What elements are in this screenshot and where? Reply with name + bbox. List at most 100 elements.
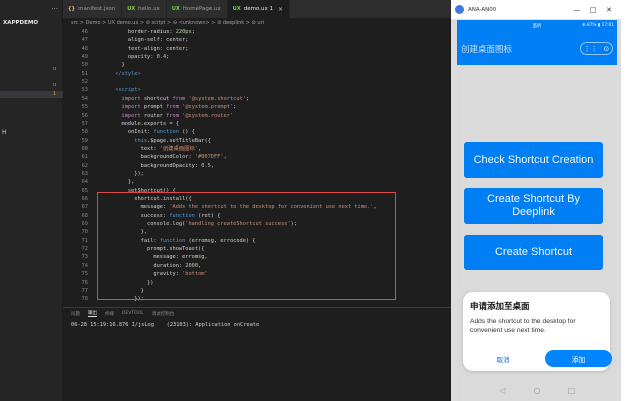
code-line: 59 this.$page.setTitleBar({ bbox=[63, 137, 451, 145]
code-text: prompt.showToast({ bbox=[96, 246, 205, 253]
code-line: 75 gravity: 'bottom' bbox=[63, 270, 451, 278]
breadcrumb[interactable]: src > Demo > UX demo.ux > ⊘ script > ⊖ <… bbox=[63, 18, 451, 28]
tab-label: manifest.json bbox=[78, 6, 116, 12]
project-name[interactable]: XAPPDEMO bbox=[0, 18, 62, 29]
json-file-icon: {} bbox=[68, 6, 76, 12]
code-editor[interactable]: 46 border-radius: 220px; 47 align-self: c… bbox=[63, 28, 451, 307]
tab-label: demo.ux 1 bbox=[243, 6, 273, 12]
code-text: console.log('handling createShortcut suc… bbox=[96, 221, 297, 228]
phone-screen: 监听 ⊕ 87% ▮ 17:01 创建桌面图标 ⋮⋮ ⊙ Check Short… bbox=[457, 20, 617, 401]
tab-close-icon[interactable]: × bbox=[278, 6, 283, 13]
dialog-title: 申请添加至桌面 bbox=[470, 301, 530, 311]
code-line: 77 } bbox=[63, 287, 451, 295]
minimize-icon[interactable]: — bbox=[569, 6, 585, 14]
line-number: 67 bbox=[81, 204, 88, 211]
line-number: 60 bbox=[81, 145, 88, 152]
panel-tab[interactable]: 终端 bbox=[105, 311, 114, 317]
code-line: 49 opacity: 0.4; bbox=[63, 53, 451, 61]
editor-tab[interactable]: UX hello.ux bbox=[122, 0, 167, 18]
output-panel: 问题 输出 终端 DEVTOOL 调试控制台 06-28 15:19:16.876 I/… bbox=[63, 307, 451, 401]
code-text: import shortcut from '@system.shortcut'; bbox=[121, 95, 250, 102]
code-line: 62 backgroundOpacity: 0.5, bbox=[63, 162, 451, 170]
code-text: module.exports = { bbox=[96, 120, 179, 127]
line-number: 78 bbox=[81, 296, 88, 303]
more-icon[interactable]: ··· bbox=[51, 5, 58, 13]
line-number: 52 bbox=[81, 79, 88, 86]
line-number: 47 bbox=[81, 37, 88, 44]
tab-label: hello.ux bbox=[138, 6, 160, 12]
code-text: } bbox=[96, 62, 125, 69]
code-text: gravity: 'bottom' bbox=[96, 271, 208, 278]
code-text: align-self: center; bbox=[96, 37, 189, 44]
code-line: 48 text-align: center; bbox=[63, 45, 451, 53]
add-button[interactable]: 添加 bbox=[545, 350, 612, 367]
line-number: 49 bbox=[81, 54, 88, 61]
code-text: import prompt from '@system.prompt'; bbox=[121, 104, 237, 111]
panel-tab[interactable]: 问题 bbox=[71, 311, 80, 317]
tab-label: HomePage.ux bbox=[182, 6, 221, 12]
line-number: 70 bbox=[81, 229, 88, 236]
modified-marker: u bbox=[52, 66, 56, 72]
close-icon[interactable]: ✕ bbox=[601, 6, 617, 14]
line-number: 76 bbox=[81, 279, 88, 286]
code-line: 56 import router from '@system.router' bbox=[63, 112, 451, 120]
line-number: 64 bbox=[81, 179, 88, 186]
emulator-title: ANA-AN00 bbox=[468, 6, 497, 13]
code-line: 47 align-self: center; bbox=[63, 36, 451, 44]
code-text: <script> bbox=[115, 87, 141, 94]
panel-tab[interactable]: 输出 bbox=[88, 310, 97, 317]
code-line: 60 text: '创建桌面图标', bbox=[63, 145, 451, 153]
line-number: 57 bbox=[81, 120, 88, 127]
editor-tab[interactable]: {} manifest.json bbox=[63, 0, 123, 18]
tree-item-letter[interactable]: H bbox=[2, 129, 7, 136]
code-text: this.$page.setTitleBar({ bbox=[134, 137, 211, 144]
code-line: 72 prompt.showToast({ bbox=[63, 245, 451, 253]
code-line: 54 import shortcut from '@system.shortcu… bbox=[63, 95, 451, 103]
code-line: 61 backgroundColor: '#007DFF', bbox=[63, 153, 451, 161]
code-line: 74 duration: 2000, bbox=[63, 262, 451, 270]
editor-tab[interactable]: UX demo.ux 1 × bbox=[227, 0, 290, 18]
explorer-sidebar: ··· XAPPDEMO u u 1 H bbox=[0, 0, 63, 401]
ide-window: ··· XAPPDEMO u u 1 H {} manifest.json UX he… bbox=[0, 0, 451, 401]
ux-file-icon: UX bbox=[232, 6, 241, 12]
code-line: 67 message: 'Adds the shortcut to the de… bbox=[63, 203, 451, 211]
editor-tab[interactable]: UX HomePage.ux bbox=[167, 0, 228, 18]
maximize-icon[interactable]: □ bbox=[585, 6, 601, 14]
panel-tabs: 问题 输出 终端 DEVTOOL 调试控制台 bbox=[63, 308, 451, 319]
code-text: } bbox=[96, 287, 144, 294]
line-number: 56 bbox=[81, 112, 88, 119]
code-text: }); bbox=[96, 296, 144, 303]
code-line: 53 <script> bbox=[63, 86, 451, 94]
code-text: border-radius: 220px; bbox=[96, 29, 195, 35]
code-line: 51 </style> bbox=[63, 70, 451, 78]
line-number: 58 bbox=[81, 129, 88, 136]
panel-tab[interactable]: DEVTOOL bbox=[122, 311, 144, 316]
navigation-bar: ◁ ○ □ bbox=[457, 379, 617, 401]
line-number: 62 bbox=[81, 162, 88, 169]
line-number: 46 bbox=[81, 29, 88, 35]
line-number: 74 bbox=[81, 262, 88, 269]
code-text: import router from '@system.router' bbox=[121, 112, 234, 119]
code-text: backgroundOpacity: 0.5, bbox=[96, 162, 215, 169]
code-line: 69 console.log('handling createShortcut … bbox=[63, 220, 451, 228]
code-text: success: function (ret) { bbox=[96, 212, 221, 219]
code-text: }, bbox=[96, 179, 135, 186]
code-line: 71 fail: function (erromsg, errocode) { bbox=[63, 237, 451, 245]
line-number: 61 bbox=[81, 154, 88, 161]
code-text: duration: 2000, bbox=[96, 262, 202, 269]
back-icon[interactable]: ◁ bbox=[497, 386, 507, 395]
home-icon[interactable]: ○ bbox=[532, 386, 542, 395]
emulator-titlebar: ANA-AN00 — □ ✕ bbox=[451, 0, 621, 20]
line-number: 72 bbox=[81, 246, 88, 253]
cancel-button[interactable]: 取消 bbox=[473, 354, 533, 364]
code-text: }) bbox=[96, 279, 154, 286]
panel-tab[interactable]: 调试控制台 bbox=[152, 311, 175, 317]
code-line: 64 }, bbox=[63, 178, 451, 186]
add-to-desktop-dialog: 申请添加至桌面 Adds the shortcut to the desktop… bbox=[463, 292, 612, 371]
recents-icon[interactable]: □ bbox=[567, 386, 577, 395]
code-text: text-align: center; bbox=[96, 45, 189, 52]
code-line: 50 } bbox=[63, 61, 451, 69]
code-text: }, bbox=[96, 229, 148, 236]
code-line: 52 bbox=[63, 78, 451, 86]
code-line: 66 shortcut.install({ bbox=[63, 195, 451, 203]
